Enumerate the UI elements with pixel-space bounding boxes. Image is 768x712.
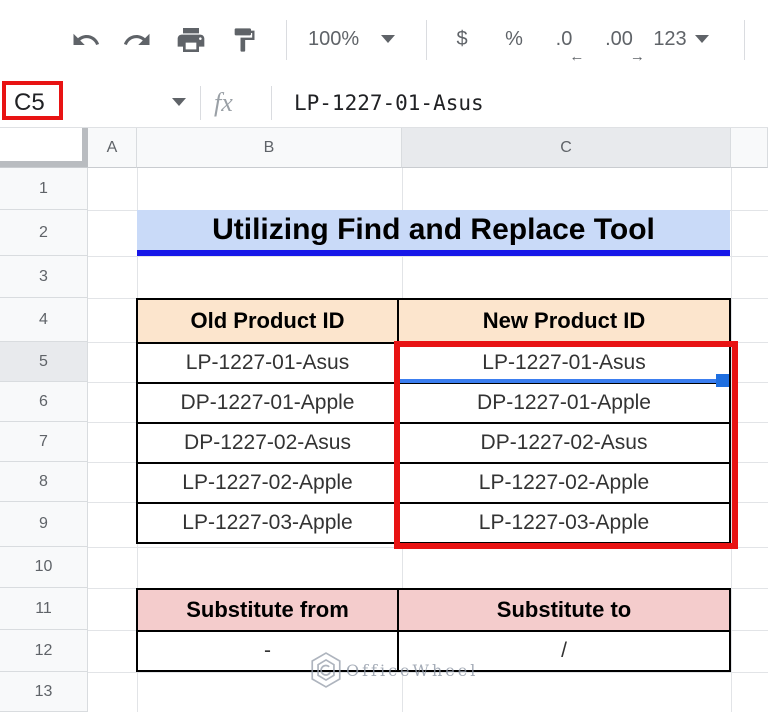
cell-c11[interactable]: Substitute to — [399, 590, 729, 630]
percent-label: % — [505, 27, 523, 50]
fx-icon: fx — [214, 87, 233, 117]
row-header-9[interactable]: 9 — [0, 502, 88, 547]
gridline — [731, 168, 732, 712]
formula-input[interactable]: LP-1227-01-Asus — [294, 78, 484, 127]
redo-button[interactable] — [118, 21, 156, 59]
title-banner-cell[interactable]: Utilizing Find and Replace Tool — [137, 210, 730, 256]
redo-icon — [123, 33, 150, 45]
toolbar-separator — [426, 20, 427, 60]
cell-b5[interactable]: LP-1227-01-Asus — [138, 344, 397, 382]
formula-bar-separator — [200, 86, 201, 120]
print-button[interactable] — [172, 21, 210, 59]
cell-b8[interactable]: LP-1227-02-Apple — [138, 464, 397, 502]
cell-b9[interactable]: LP-1227-03-Apple — [138, 504, 397, 542]
cell-b7[interactable]: DP-1227-02-Asus — [138, 424, 397, 462]
toolbar: 100% $ % .0 ← .00 → 123 — [0, 0, 768, 78]
name-box[interactable]: C5 — [14, 78, 45, 127]
column-header-a[interactable]: A — [88, 128, 137, 168]
row-header-12[interactable]: 12 — [0, 630, 88, 672]
chevron-down-icon — [381, 35, 396, 43]
cell-c8[interactable]: LP-1227-02-Apple — [399, 464, 729, 502]
formula-bar: C5 fx LP-1227-01-Asus — [0, 78, 768, 128]
cell-c6[interactable]: DP-1227-01-Apple — [399, 384, 729, 422]
row-header-7[interactable]: 7 — [0, 422, 88, 462]
gridline — [88, 672, 768, 673]
toolbar-separator — [286, 20, 287, 60]
format-currency-button[interactable]: $ — [444, 0, 480, 78]
cell-c9[interactable]: LP-1227-03-Apple — [399, 504, 729, 542]
arrow-left-icon: ← — [569, 47, 585, 65]
product-table: Old Product ID New Product ID LP-1227-01… — [136, 298, 731, 544]
number-format-button[interactable]: 123 — [648, 0, 714, 78]
name-box-caret-icon[interactable] — [172, 98, 186, 106]
print-icon — [177, 28, 205, 52]
number-format-label: 123 — [653, 27, 687, 50]
currency-label: $ — [456, 27, 468, 50]
column-header-c[interactable]: C — [402, 128, 731, 168]
cell-c7[interactable]: DP-1227-02-Asus — [399, 424, 729, 462]
row-header-2[interactable]: 2 — [0, 210, 88, 256]
row-header-11[interactable]: 11 — [0, 588, 88, 630]
decrease-decimal-label: .0 ← — [555, 27, 585, 65]
paint-format-button[interactable] — [225, 21, 263, 59]
toolbar-separator — [744, 20, 745, 60]
cell-c4[interactable]: New Product ID — [399, 300, 729, 342]
chevron-down-icon — [694, 35, 709, 43]
column-header-partial[interactable] — [731, 128, 768, 168]
cell-b12[interactable]: - — [138, 632, 397, 670]
row-header-13[interactable]: 13 — [0, 672, 88, 712]
zoom-value: 100% — [308, 27, 360, 50]
undo-button[interactable] — [67, 21, 105, 59]
column-header-b[interactable]: B — [137, 128, 402, 168]
gridline — [88, 256, 768, 257]
spreadsheet-grid: A B C 1 2 3 4 5 6 7 8 9 10 11 12 13 Util… — [0, 128, 768, 712]
cell-c5-selected[interactable]: LP-1227-01-Asus — [399, 344, 729, 382]
row-header-8[interactable]: 8 — [0, 462, 88, 502]
increase-decimal-label: .00 → — [605, 27, 645, 65]
gridline — [88, 547, 768, 548]
row-header-6[interactable]: 6 — [0, 382, 88, 422]
fill-handle[interactable] — [716, 374, 729, 387]
undo-icon — [73, 33, 100, 45]
cell-b6[interactable]: DP-1227-01-Apple — [138, 384, 397, 422]
cell-b11[interactable]: Substitute from — [138, 590, 397, 630]
row-header-4[interactable]: 4 — [0, 298, 88, 342]
formula-bar-separator — [271, 86, 272, 120]
select-all-corner[interactable] — [0, 128, 88, 168]
decrease-decimal-button[interactable]: .0 ← — [544, 0, 585, 78]
paint-format-icon — [234, 28, 255, 52]
cell-b4[interactable]: Old Product ID — [138, 300, 397, 342]
zoom-select[interactable]: 100% — [300, 0, 410, 78]
row-header-1[interactable]: 1 — [0, 168, 88, 210]
row-header-3[interactable]: 3 — [0, 256, 88, 298]
substitute-table: Substitute from Substitute to - / — [136, 588, 731, 672]
increase-decimal-button[interactable]: .00 → — [596, 0, 645, 78]
cell-c12[interactable]: / — [399, 632, 729, 670]
format-percent-button[interactable]: % — [496, 0, 532, 78]
row-header-5[interactable]: 5 — [0, 342, 88, 382]
row-header-10[interactable]: 10 — [0, 547, 88, 588]
arrow-right-icon: → — [629, 47, 645, 65]
